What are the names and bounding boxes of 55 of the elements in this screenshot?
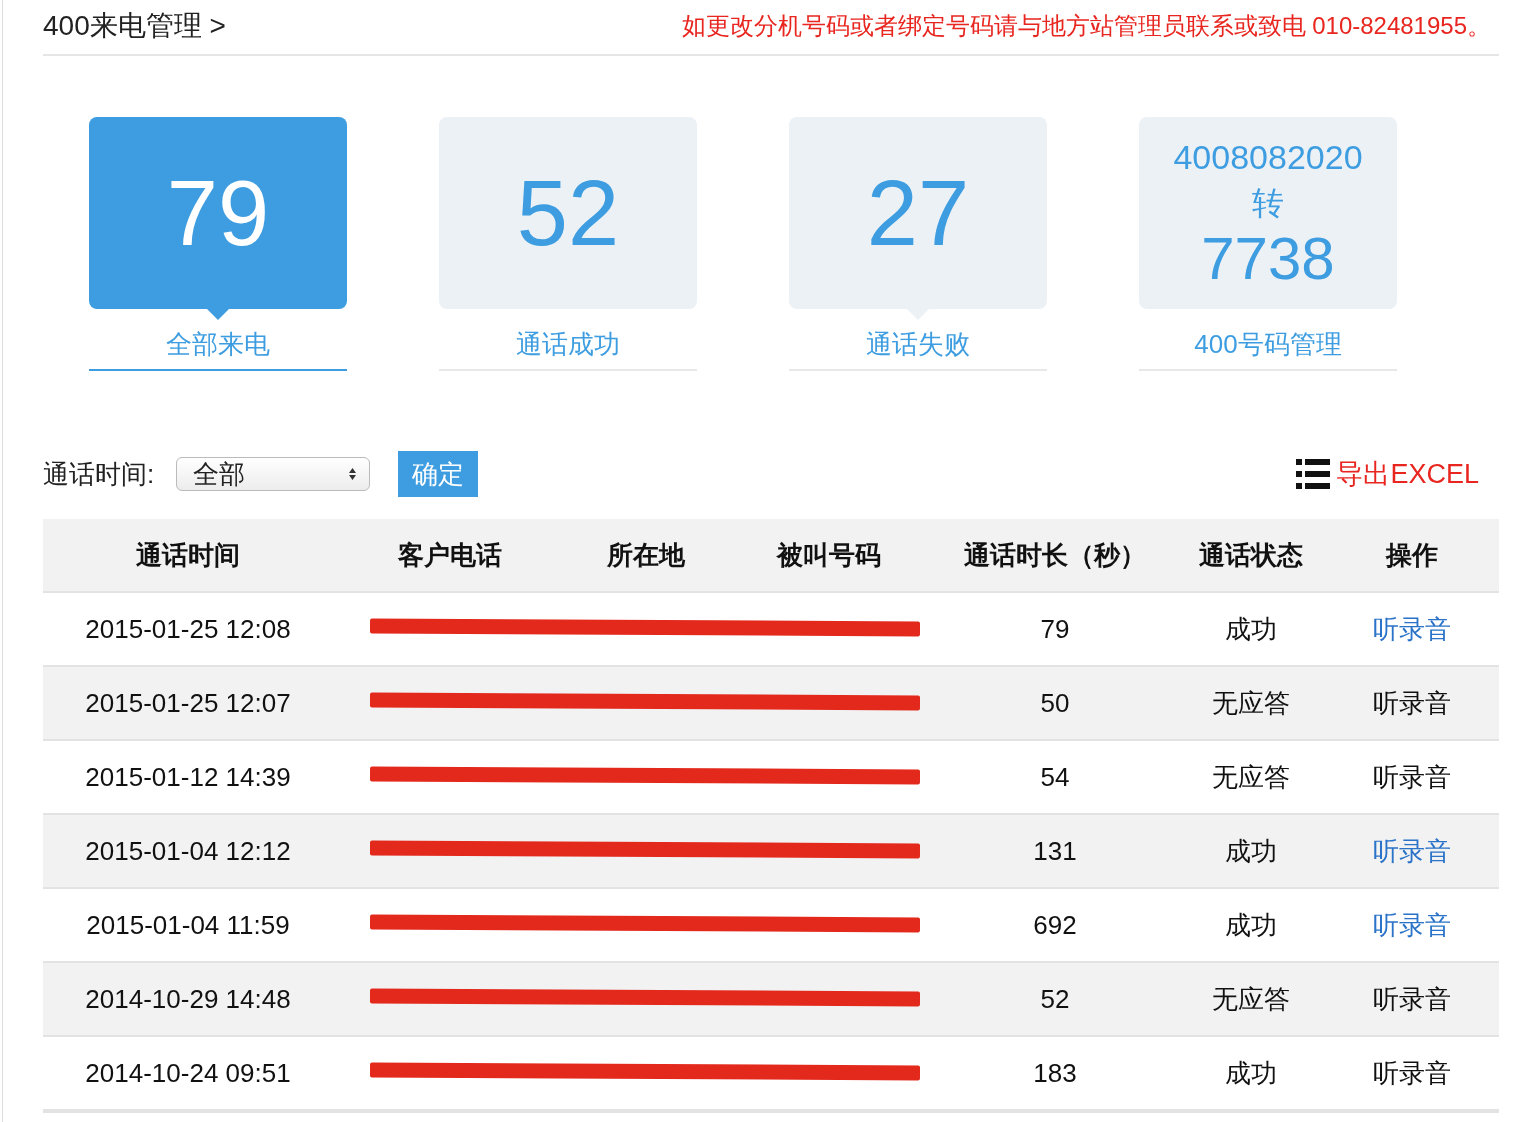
table-cell-text: 无应答: [1211, 686, 1291, 720]
column-header: 被叫号码: [775, 538, 882, 572]
table-cell-text: 52: [1039, 983, 1071, 1015]
table-cell-text: 2015-01-04 11:59: [85, 909, 291, 941]
play-recording-link[interactable]: 听录音: [1373, 687, 1451, 718]
stat-value: 27: [866, 167, 970, 259]
export-link[interactable]: 导出EXCEL: [1336, 456, 1479, 492]
table-cell-text: 成功: [1224, 908, 1278, 942]
column-header: 通话时间: [135, 538, 241, 572]
play-recording-link[interactable]: 听录音: [1373, 761, 1451, 792]
page-title: 400来电管理 >: [43, 9, 226, 43]
stat-tab[interactable]: 通话失败: [789, 309, 1047, 371]
table-cell-text: 54: [1039, 761, 1071, 793]
stat-value: 79: [166, 167, 270, 259]
phone-number-text: 转: [1252, 184, 1284, 223]
table-cell-text: 2014-10-29 14:48: [84, 983, 292, 1015]
table-cell-text: 2015-01-04 12:12: [84, 835, 292, 867]
play-recording-link[interactable]: 听录音: [1373, 983, 1451, 1014]
phone-number-text: 7738: [1201, 228, 1335, 290]
notice-text: 如更改分机号码或者绑定号码请与地方站管理员联系或致电 010-82481955。: [681, 11, 1491, 41]
stat-tab[interactable]: 全部来电: [89, 309, 347, 371]
play-recording-link[interactable]: 听录音: [1373, 909, 1451, 940]
confirm-button[interactable]: 确定: [398, 451, 479, 497]
phone-number-text: 4008082020: [1173, 137, 1363, 178]
play-recording-link[interactable]: 听录音: [1373, 1057, 1451, 1088]
stat-value: 52: [516, 167, 620, 259]
table-cell-text: 183: [1032, 1057, 1078, 1089]
table-cell-text: 79: [1039, 613, 1071, 645]
table-cell-text: 无应答: [1211, 760, 1291, 794]
stat-tab[interactable]: 通话成功: [439, 309, 697, 371]
column-header: 客户电话: [397, 538, 503, 572]
column-header: 通话状态: [1198, 538, 1304, 572]
table-cell-text: 50: [1039, 687, 1071, 719]
stat-card[interactable]: 52: [439, 117, 697, 309]
list-icon: [1296, 458, 1331, 490]
stat-card[interactable]: 4008082020 转 7738: [1139, 117, 1397, 309]
stat-tab[interactable]: 400号码管理: [1139, 309, 1397, 371]
column-header: 所在地: [606, 538, 686, 572]
updown-icon: [348, 467, 358, 481]
column-header: 通话时长（秒）: [963, 538, 1147, 572]
table-cell-text: 成功: [1224, 834, 1278, 868]
table-cell-text: 2015-01-25 12:07: [84, 687, 292, 719]
table-cell-text: 131: [1032, 835, 1078, 867]
table-cell-text: 2015-01-12 14:39: [84, 761, 292, 793]
table-cell-text: 2015-01-25 12:08: [84, 613, 292, 645]
time-select[interactable]: 全部: [176, 457, 371, 491]
table-cell-text: 成功: [1224, 1056, 1278, 1090]
table-cell-text: 2014-10-24 09:51: [84, 1057, 292, 1089]
table-cell-text: 成功: [1224, 612, 1278, 646]
play-recording-link[interactable]: 听录音: [1373, 835, 1451, 866]
column-header: 操作: [1384, 538, 1439, 572]
table-cell-text: 692: [1032, 909, 1078, 941]
play-recording-link[interactable]: 听录音: [1373, 613, 1451, 644]
filter-label: 通话时间:: [43, 457, 155, 491]
table-cell-text: 无应答: [1211, 982, 1291, 1016]
